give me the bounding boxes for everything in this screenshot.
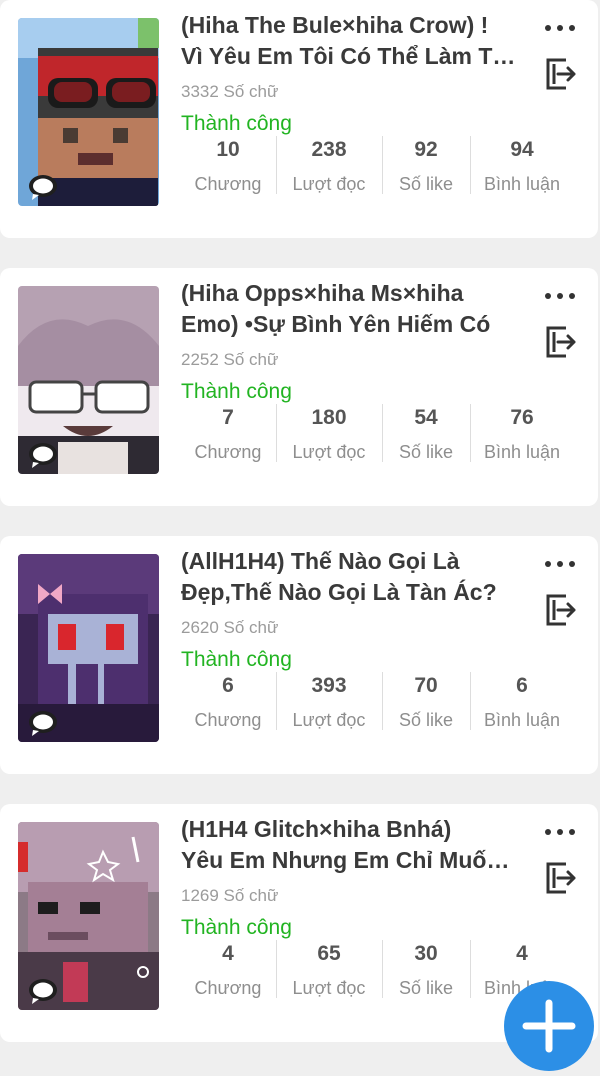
- word-count: 1269 Số chữ: [181, 886, 279, 905]
- comment-bubble-icon: [29, 443, 57, 468]
- export-icon[interactable]: [542, 322, 580, 362]
- stat-likes: 92 Số like: [382, 136, 470, 196]
- story-card[interactable]: (Hiha Opps×hiha Ms×hiha Emo) •Sự Bình Yê…: [0, 268, 598, 506]
- stat-chapters: 7 Chương: [194, 406, 262, 462]
- stat-comments: 76 Bình luận: [470, 404, 574, 464]
- word-count: 3332 Số chữ: [181, 82, 279, 101]
- status-label: Thành công: [181, 648, 292, 671]
- story-cover[interactable]: [18, 286, 159, 474]
- word-count: 2620 Số chữ: [181, 618, 279, 637]
- more-icon[interactable]: [540, 18, 580, 38]
- story-title[interactable]: (AllH1H4) Thế Nào Gọi Là Đẹp,Thế Nào Gọi…: [181, 546, 519, 608]
- stats-row: 6 Chương 393 Lượt đọc 70 Số like 6 Bình luận: [180, 672, 574, 732]
- stat-comments: 6 Bình luận: [470, 672, 574, 732]
- stat-chapters: 10 Chương: [194, 138, 262, 194]
- stats-row: 7 Chương 180 Lượt đọc 54 Số like 76 Bình luậ…: [180, 404, 574, 464]
- more-icon[interactable]: [540, 822, 580, 842]
- story-card[interactable]: (Hiha The Bule×hiha Crow) ! Vì Yêu Em Tô…: [0, 0, 598, 238]
- plus-icon: [522, 999, 576, 1053]
- stat-likes: 70 Số like: [382, 672, 470, 732]
- status-label: Thành công: [181, 916, 292, 939]
- add-story-button[interactable]: [504, 981, 594, 1071]
- stat-likes: 30 Số like: [382, 940, 470, 1000]
- story-cover[interactable]: [18, 18, 159, 206]
- story-title[interactable]: (Hiha Opps×hiha Ms×hiha Emo) •Sự Bình Yê…: [181, 278, 519, 340]
- status-label: Thành công: [181, 112, 292, 135]
- stat-reads: 393 Lượt đọc: [276, 672, 382, 732]
- story-cover[interactable]: [18, 554, 159, 742]
- stat-comments: 94 Bình luận: [470, 136, 574, 196]
- export-icon[interactable]: [542, 590, 580, 630]
- stats-row: 10 Chương 238 Lượt đọc 92 Số like 94 Bình lu…: [180, 136, 574, 196]
- word-count: 2252 Số chữ: [181, 350, 279, 369]
- story-title[interactable]: (H1H4 Glitch×hiha Bnhá) Yêu Em Nhưng Em …: [181, 814, 519, 876]
- stat-reads: 180 Lượt đọc: [276, 404, 382, 464]
- stat-reads: 65 Lượt đọc: [276, 940, 382, 1000]
- stat-chapters: 4 Chương: [194, 942, 262, 998]
- more-icon[interactable]: [540, 554, 580, 574]
- more-icon[interactable]: [540, 286, 580, 306]
- stat-likes: 54 Số like: [382, 404, 470, 464]
- stat-chapters: 6 Chương: [194, 674, 262, 730]
- comment-bubble-icon: [29, 175, 57, 200]
- status-label: Thành công: [181, 380, 292, 403]
- story-title[interactable]: (Hiha The Bule×hiha Crow) ! Vì Yêu Em Tô…: [181, 10, 519, 72]
- comment-bubble-icon: [29, 711, 57, 736]
- export-icon[interactable]: [542, 858, 580, 898]
- comment-bubble-icon: [29, 979, 57, 1004]
- stat-reads: 238 Lượt đọc: [276, 136, 382, 196]
- story-card[interactable]: (AllH1H4) Thế Nào Gọi Là Đẹp,Thế Nào Gọi…: [0, 536, 598, 774]
- story-cover[interactable]: [18, 822, 159, 1010]
- export-icon[interactable]: [542, 54, 580, 94]
